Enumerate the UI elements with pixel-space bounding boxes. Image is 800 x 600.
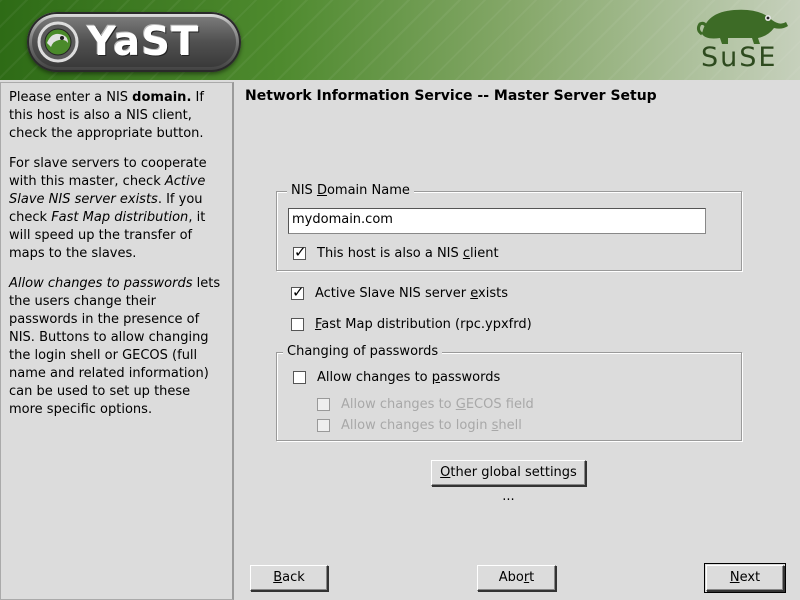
label-text: hell bbox=[498, 418, 522, 433]
suse-logo-text: SuSE bbox=[701, 42, 778, 73]
label-text: asswords bbox=[440, 370, 501, 385]
label-mnemonic: c bbox=[462, 246, 471, 261]
help-italic-text: Allow changes to passwords bbox=[9, 276, 193, 291]
label-text: Allow changes to login bbox=[341, 418, 492, 433]
label-text: lient bbox=[470, 246, 499, 261]
label-text: omain Name bbox=[326, 183, 410, 198]
label-mnemonic: G bbox=[455, 397, 466, 412]
back-button[interactable]: Back bbox=[250, 565, 328, 591]
checkbox-box[interactable] bbox=[291, 318, 304, 331]
nis-client-checkbox[interactable]: This host is also a NIS client bbox=[293, 243, 499, 261]
checkbox-box[interactable] bbox=[293, 371, 306, 384]
label-mnemonic: p bbox=[431, 370, 441, 385]
checkbox-box[interactable] bbox=[293, 243, 307, 261]
label-text: NIS bbox=[291, 183, 317, 198]
next-button[interactable]: Next bbox=[704, 563, 786, 593]
label-text: ack bbox=[282, 570, 305, 585]
allow-gecos-label: Allow changes to GECOS field bbox=[341, 397, 534, 412]
label-text: xists bbox=[478, 286, 508, 301]
help-paragraph-3: Allow changes to passwords lets the user… bbox=[9, 275, 226, 419]
label-text: Allow changes to bbox=[317, 370, 432, 385]
abort-button[interactable]: Abort bbox=[477, 565, 556, 591]
yast-logo: YaST bbox=[27, 12, 241, 72]
label-text: ECOS field bbox=[465, 397, 534, 412]
label-mnemonic: O bbox=[440, 465, 451, 480]
allow-shell-label: Allow changes to login shell bbox=[341, 418, 522, 433]
label-text: Active Slave NIS server bbox=[315, 286, 471, 301]
allow-shell-checkbox[interactable]: Allow changes to login shell bbox=[317, 418, 522, 433]
fast-map-checkbox[interactable]: Fast Map distribution (rpc.ypxfrd) bbox=[291, 317, 532, 332]
active-slave-label: Active Slave NIS server exists bbox=[315, 286, 508, 301]
allow-passwords-checkbox[interactable]: Allow changes to passwords bbox=[293, 370, 500, 385]
label-mnemonic: B bbox=[273, 570, 283, 585]
help-text: lets the users change their passwords in… bbox=[9, 276, 221, 417]
allow-passwords-label: Allow changes to passwords bbox=[317, 370, 500, 385]
help-paragraph-2: For slave servers to cooperate with this… bbox=[9, 155, 226, 263]
active-slave-checkbox[interactable]: Active Slave NIS server exists bbox=[291, 283, 508, 301]
passwords-frame-label: Changing of passwords bbox=[283, 344, 443, 360]
label-text: ext bbox=[739, 570, 761, 585]
label-text: ther global settings ... bbox=[450, 465, 577, 504]
label-text: t bbox=[529, 570, 535, 585]
help-italic-text: Fast Map distribution bbox=[51, 210, 189, 225]
label-mnemonic: D bbox=[316, 183, 327, 198]
nis-domain-input[interactable]: mydomain.com bbox=[288, 208, 706, 234]
yast-chameleon-icon bbox=[37, 21, 79, 63]
checkbox-box[interactable] bbox=[291, 283, 305, 301]
label-mnemonic: N bbox=[729, 570, 740, 585]
allow-gecos-checkbox[interactable]: Allow changes to GECOS field bbox=[317, 397, 534, 412]
nis-client-label: This host is also a NIS client bbox=[317, 246, 499, 261]
help-paragraph-1: Please enter a NIS domain. If this host … bbox=[9, 89, 226, 143]
fast-map-label: Fast Map distribution (rpc.ypxfrd) bbox=[315, 317, 532, 332]
page-title: Network Information Service -- Master Se… bbox=[245, 88, 657, 104]
label-mnemonic: e bbox=[470, 286, 479, 301]
label-text: This host is also a NIS bbox=[317, 246, 463, 261]
checkbox-box[interactable] bbox=[317, 419, 330, 432]
yast-logo-text: YaST bbox=[87, 19, 200, 65]
checkbox-box[interactable] bbox=[317, 398, 330, 411]
help-text: Please enter a NIS bbox=[9, 90, 133, 105]
label-text: Allow changes to bbox=[341, 397, 456, 412]
label-text: Abo bbox=[498, 570, 524, 585]
header-banner: YaST SuSE bbox=[0, 0, 800, 80]
help-bold-text: domain. bbox=[132, 90, 192, 105]
nis-domain-frame-label: NIS Domain Name bbox=[287, 183, 414, 199]
help-panel: Please enter a NIS domain. If this host … bbox=[0, 82, 234, 600]
other-global-settings-button[interactable]: Other global settings ... bbox=[431, 460, 586, 504]
label-text: ast Map distribution (rpc.ypxfrd) bbox=[321, 317, 532, 332]
